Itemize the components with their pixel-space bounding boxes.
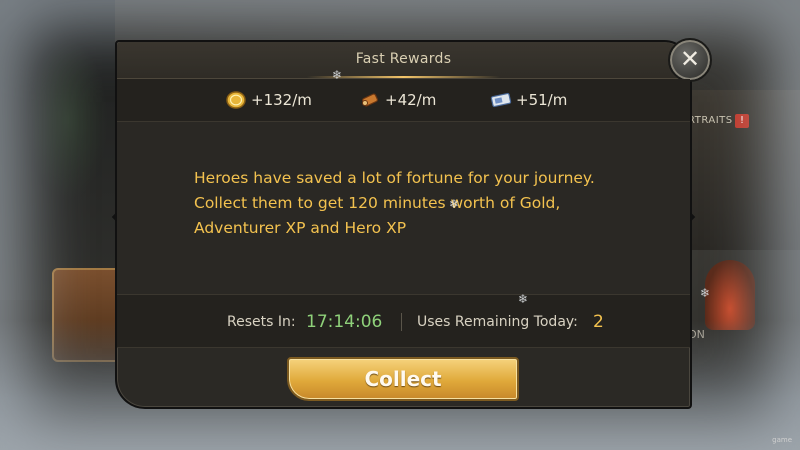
reward-rates-bar: +132/m +42/m +51/m <box>117 79 690 122</box>
gold-rate: +132/m <box>225 90 312 110</box>
divider <box>401 313 402 331</box>
adventurer-xp-rate-value: +42/m <box>385 91 437 109</box>
watermark: game <box>772 436 792 444</box>
uses-label: Uses Remaining Today: <box>417 314 578 330</box>
portraits-tag: RTRAITS <box>688 115 733 126</box>
gold-rate-value: +132/m <box>251 91 312 109</box>
dialog-title: Fast Rewards <box>355 51 452 67</box>
fast-rewards-dialog: Fast Rewards ✕ +132/m +42/m +51/m Heroes… <box>111 38 712 409</box>
collect-button[interactable]: Collect <box>287 357 519 401</box>
hero-xp-ticket-icon <box>490 91 512 109</box>
hero-xp-rate: +51/m <box>490 90 567 110</box>
adventurer-xp-rate: +42/m <box>359 90 436 110</box>
plant <box>28 40 108 200</box>
info-bar: Resets In: 17:14:06 Uses Remaining Today… <box>117 294 690 348</box>
resets-label: Resets In: <box>227 314 296 330</box>
snowflake-icon: ❄ <box>518 292 529 306</box>
description-text: Heroes have saved a lot of fortune for y… <box>194 169 595 237</box>
close-button[interactable]: ✕ <box>668 38 712 82</box>
hero-xp-rate-value: +51/m <box>516 91 568 109</box>
alert-badge: ! <box>735 114 749 128</box>
description-panel: Heroes have saved a lot of fortune for y… <box>117 122 690 294</box>
gold-coin-icon <box>225 91 247 109</box>
snowflake-icon: ❄ <box>700 286 711 300</box>
collect-button-label: Collect <box>364 367 442 391</box>
uses-remaining-value: 2 <box>593 312 604 332</box>
adventurer-xp-scroll-icon <box>359 91 381 109</box>
resets-timer: 17:14:06 <box>306 312 383 332</box>
snowflake-icon: ❄ <box>449 197 460 211</box>
title-bar: Fast Rewards <box>117 42 690 79</box>
snowflake-icon: ❄ <box>332 68 343 82</box>
